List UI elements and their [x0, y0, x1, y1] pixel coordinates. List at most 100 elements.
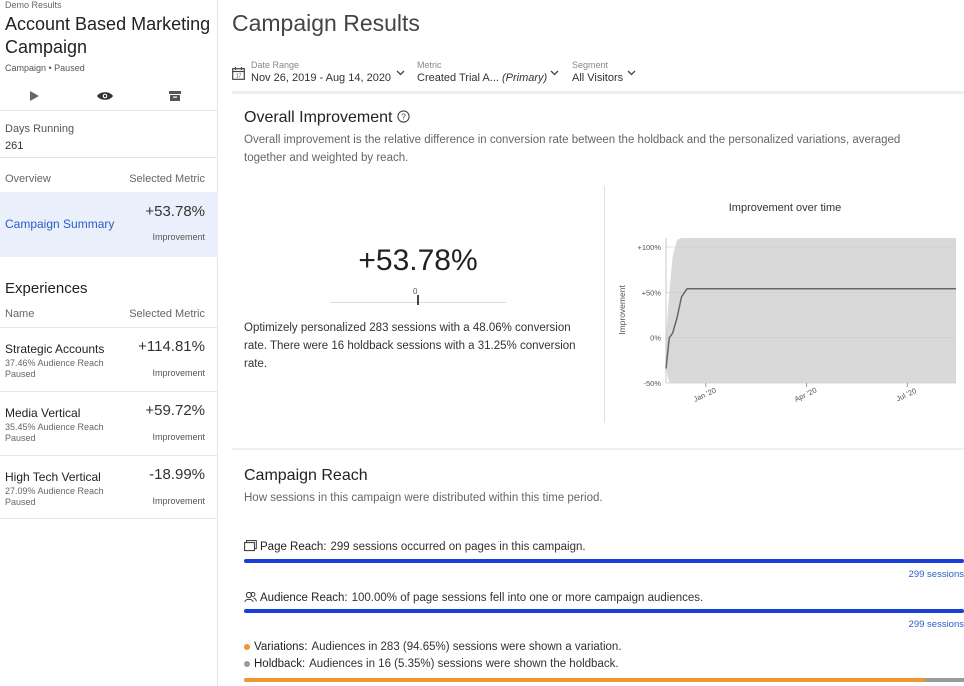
variations-row: Variations: Audiences in 283 (94.65%) se…: [244, 641, 622, 653]
experiences-title: Experiences: [5, 280, 88, 297]
experience-item-strategic-accounts[interactable]: Strategic Accounts 37.46% Audience Reach…: [0, 327, 218, 391]
audience-reach-text: 100.00% of page sessions fell into one o…: [351, 591, 704, 604]
filter-bar: 17 Date Range Nov 26, 2019 - Aug 14, 202…: [232, 60, 964, 90]
name-column-label: Name: [5, 308, 35, 320]
holdback-label: Holdback:: [254, 658, 306, 670]
page-reach-row: Page Reach: 299 sessions occurred on pag…: [244, 540, 586, 553]
pages-icon: [244, 540, 257, 553]
metric-filter[interactable]: Metric Created Trial A... (Primary): [417, 60, 562, 84]
svg-text:17: 17: [236, 74, 242, 80]
audience-reach-sessions-wrap: 299 sessions: [244, 619, 964, 631]
calendar-icon: 17: [232, 67, 245, 83]
split-bar: [244, 678, 964, 682]
metric-primary-tag: (Primary): [502, 72, 548, 84]
overall-improvement-description: Overall improvement is the relative diff…: [244, 134, 901, 164]
chevron-down-icon: [396, 70, 405, 76]
demo-results-label: Demo Results: [5, 0, 62, 10]
y-tick-label: +100%: [637, 243, 661, 252]
svg-text:?: ?: [401, 112, 406, 122]
audience-reach-label: Audience Reach:: [260, 591, 348, 604]
campaign-summary-label: Campaign Summary: [5, 217, 115, 231]
experience-status: Paused: [5, 433, 36, 443]
x-tick-label: Apr '20: [793, 386, 818, 404]
variations-label: Variations:: [254, 641, 308, 653]
segment-filter[interactable]: Segment All Visitors: [572, 60, 642, 84]
chart-title: Improvement over time: [729, 202, 841, 214]
chart-x-ticks: Jan '20 Apr '20 Jul '20: [692, 383, 918, 404]
date-range-label: Date Range: [251, 60, 300, 70]
improvement-zero-tick: [417, 295, 419, 305]
campaign-summary-value: +53.78%: [145, 203, 205, 220]
sidebar: Demo Results Account Based Marketing Cam…: [0, 0, 218, 686]
overall-improvement-title: Overall Improvement ?: [244, 109, 410, 127]
experience-status: Paused: [5, 369, 36, 379]
holdback-text: Audiences in 16 (5.35%) sessions were sh…: [309, 658, 619, 670]
campaign-actions: [0, 84, 218, 110]
experience-name: Strategic Accounts: [5, 342, 105, 356]
page-reach-label: Page Reach:: [260, 540, 327, 553]
campaign-summary-sub: Improvement: [152, 232, 205, 242]
holdback-dot: [244, 661, 250, 667]
metric-name: Created Trial A...: [417, 72, 499, 84]
y-tick-label: -50%: [643, 379, 661, 388]
confidence-band: [666, 238, 956, 383]
experience-status: Paused: [5, 497, 36, 507]
divider: [0, 157, 218, 158]
audience-icon: [244, 591, 257, 604]
experience-name: Media Vertical: [5, 406, 81, 420]
experience-item-high-tech-vertical[interactable]: High Tech Vertical 27.09% Audience Reach…: [0, 455, 218, 519]
page-reach-sessions-wrap: 299 sessions: [244, 569, 964, 581]
days-running-label: Days Running: [5, 123, 75, 135]
chevron-down-icon: [627, 70, 636, 76]
holdback-row: Holdback: Audiences in 16 (5.35%) sessio…: [244, 658, 619, 670]
overview-label: Overview: [5, 173, 51, 185]
page-reach-text: 299 sessions occurred on pages in this c…: [330, 540, 586, 553]
audience-reach-sessions-link[interactable]: 299 sessions: [909, 619, 964, 630]
campaign-reach-description: How sessions in this campaign were distr…: [244, 492, 603, 504]
eye-icon[interactable]: [95, 86, 115, 106]
audience-reach-row: Audience Reach: 100.00% of page sessions…: [244, 591, 703, 604]
page-title: Campaign Results: [232, 10, 420, 36]
experience-reach: 37.46% Audience Reach: [5, 358, 104, 368]
campaign-title: Account Based Marketing Campaign: [5, 14, 211, 57]
divider: [232, 448, 964, 450]
metric-label: Metric: [417, 60, 442, 70]
experience-item-media-vertical[interactable]: Media Vertical 35.45% Audience Reach Pau…: [0, 391, 218, 455]
campaign-status: Campaign • Paused: [5, 63, 85, 73]
segment-value: All Visitors: [572, 72, 624, 84]
overall-summary-text: Optimizely personalized 283 sessions wit…: [244, 322, 576, 370]
page-reach-sessions-link[interactable]: 299 sessions: [909, 569, 964, 580]
experience-value: +59.72%: [145, 402, 205, 419]
overall-improvement-value: +53.78%: [358, 244, 478, 277]
improvement-over-time-chart: Improvement over time Improvement +100%+…: [617, 202, 956, 404]
experience-name: High Tech Vertical: [5, 470, 101, 484]
experience-value: -18.99%: [149, 466, 205, 483]
date-range-value: Nov 26, 2019 - Aug 14, 2020: [251, 72, 392, 84]
page-reach-bar: [244, 559, 964, 563]
divider: [604, 186, 605, 423]
chevron-down-icon: [550, 70, 559, 76]
chart-y-ticks: +100% +50% 0% -50%: [637, 243, 661, 388]
holdback-bar: [925, 678, 964, 682]
selected-metric-label: Selected Metric: [129, 173, 205, 185]
help-icon[interactable]: ?: [397, 110, 410, 123]
y-tick-label: +50%: [642, 288, 662, 297]
campaign-reach-title: Campaign Reach: [244, 467, 368, 484]
experience-reach: 35.45% Audience Reach: [5, 422, 104, 432]
x-tick-label: Jul '20: [895, 386, 918, 403]
campaign-summary-item[interactable]: Campaign Summary +53.78% Improvement: [0, 192, 218, 257]
days-running-value: 261: [5, 140, 24, 152]
overall-improvement-title-text: Overall Improvement: [244, 109, 393, 126]
play-icon[interactable]: [24, 86, 44, 106]
audience-reach-bar: [244, 609, 964, 613]
experience-sub: Improvement: [152, 368, 205, 378]
y-tick-label: 0%: [650, 334, 661, 343]
divider: [232, 91, 964, 94]
chart-y-axis-label: Improvement: [617, 285, 627, 335]
variations-bar: [244, 678, 925, 682]
selected-metric-label: Selected Metric: [129, 308, 205, 320]
experience-reach: 27.09% Audience Reach: [5, 486, 104, 496]
experience-value: +114.81%: [138, 338, 205, 355]
experience-sub: Improvement: [152, 432, 205, 442]
archive-icon[interactable]: [165, 86, 185, 106]
